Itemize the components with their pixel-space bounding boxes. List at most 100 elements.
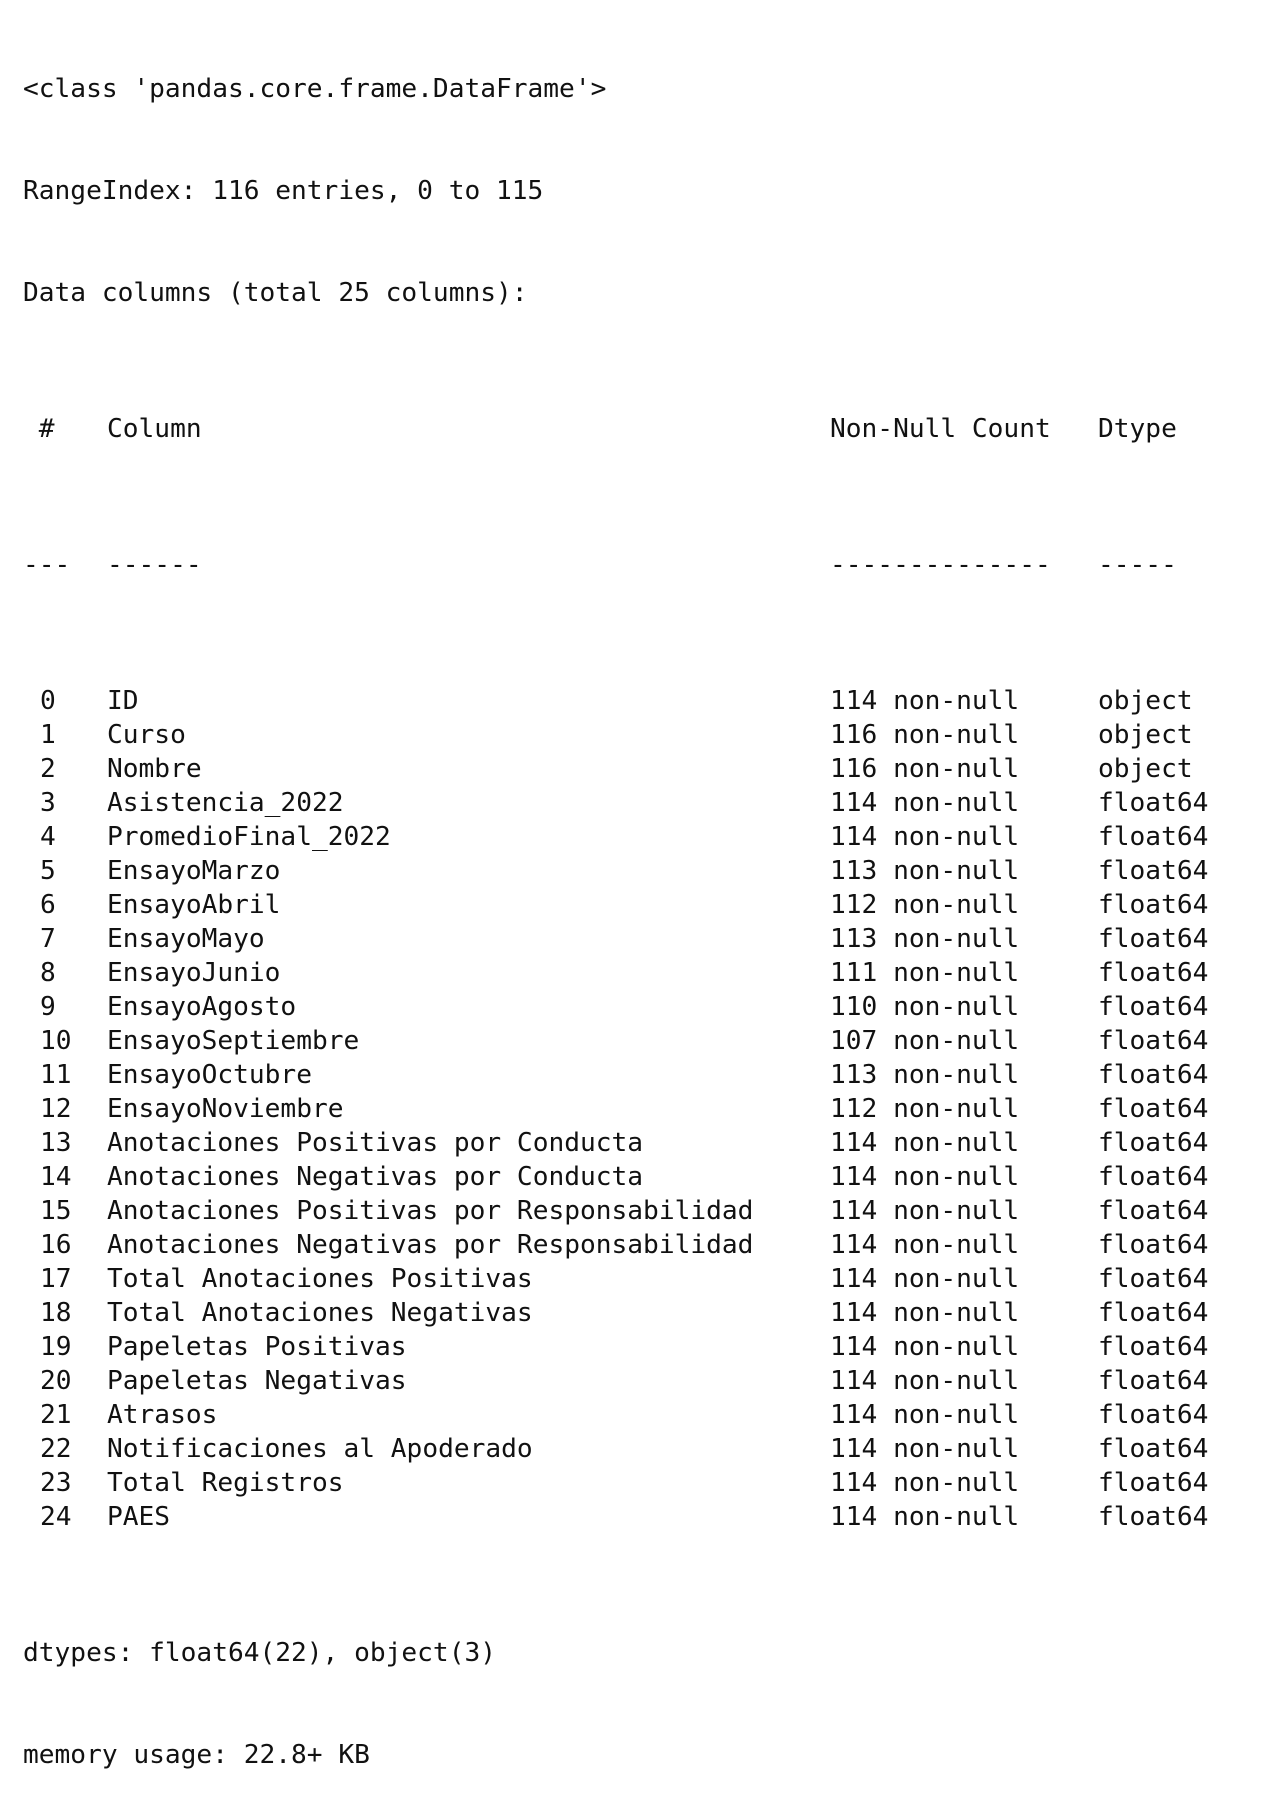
row-index: 23	[40, 1468, 72, 1498]
row-non-null-count: 114 non-null	[830, 1128, 1020, 1158]
row-column-name: Papeletas Positivas	[107, 1332, 407, 1362]
row-index: 24	[40, 1502, 72, 1532]
row-index: 4	[40, 822, 56, 852]
row-dtype: float64	[1098, 1400, 1209, 1430]
row-dtype: float64	[1098, 1196, 1209, 1226]
row-index: 7	[40, 924, 56, 954]
row-non-null-count: 114 non-null	[830, 1298, 1020, 1328]
row-index: 20	[40, 1366, 72, 1396]
row-index: 16	[40, 1230, 72, 1260]
row-index: 1	[40, 720, 56, 750]
row-dtype: float64	[1098, 992, 1209, 1022]
row-dtype: float64	[1098, 1264, 1209, 1294]
header-dtype: Dtype	[1098, 414, 1177, 444]
row-index: 12	[40, 1094, 72, 1124]
table-row: 12 EnsayoNoviembre 112 non-null float64	[23, 1092, 1208, 1126]
class-line: <class 'pandas.core.frame.DataFrame'>	[23, 74, 607, 104]
row-column-name: Asistencia_2022	[107, 788, 344, 818]
row-index: 21	[40, 1400, 72, 1430]
row-dtype: float64	[1098, 1332, 1209, 1362]
row-index: 18	[40, 1298, 72, 1328]
row-non-null-count: 114 non-null	[830, 1162, 1020, 1192]
table-row: 19 Papeletas Positivas 114 non-null float64	[23, 1330, 1208, 1364]
separator-num: ---	[23, 550, 71, 580]
table-row: 6 EnsayoAbril 112 non-null float64	[23, 888, 1208, 922]
row-dtype: float64	[1098, 1128, 1209, 1158]
range-index-line: RangeIndex: 116 entries, 0 to 115	[23, 176, 544, 206]
row-index: 0	[40, 686, 56, 716]
row-column-name: Total Registros	[107, 1468, 344, 1498]
row-dtype: float64	[1098, 1094, 1209, 1124]
row-column-name: Curso	[107, 720, 186, 750]
row-index: 6	[40, 890, 56, 920]
table-row: 9 EnsayoAgosto 110 non-null float64	[23, 990, 1208, 1024]
row-column-name: Papeletas Negativas	[107, 1366, 407, 1396]
row-dtype: float64	[1098, 1026, 1209, 1056]
table-row: 2 Nombre 116 non-null object	[23, 752, 1193, 786]
row-index: 10	[40, 1026, 72, 1056]
row-non-null-count: 114 non-null	[830, 788, 1020, 818]
row-non-null-count: 114 non-null	[830, 1196, 1020, 1226]
row-column-name: Nombre	[107, 754, 202, 784]
row-column-name: EnsayoOctubre	[107, 1060, 312, 1090]
row-index: 5	[40, 856, 56, 886]
row-column-name: EnsayoAbril	[107, 890, 281, 920]
table-row: 22 Notificaciones al Apoderado 114 non-nul…	[23, 1432, 1208, 1466]
row-column-name: Atrasos	[107, 1400, 218, 1430]
table-row: 1 Curso 116 non-null object	[23, 718, 1193, 752]
dataframe-info-output: <class 'pandas.core.frame.DataFrame'> Ra…	[23, 4, 1208, 1806]
table-row: 4 PromedioFinal_2022 114 non-null float64	[23, 820, 1208, 854]
row-non-null-count: 113 non-null	[830, 1060, 1020, 1090]
row-non-null-count: 114 non-null	[830, 686, 1020, 716]
row-non-null-count: 114 non-null	[830, 822, 1020, 852]
row-dtype: float64	[1098, 1468, 1209, 1498]
row-index: 14	[40, 1162, 72, 1192]
table-row: 3 Asistencia_2022 114 non-null float64	[23, 786, 1208, 820]
memory-usage-line: memory usage: 22.8+ KB	[23, 1740, 370, 1770]
table-row: 11 EnsayoOctubre 113 non-null float64	[23, 1058, 1208, 1092]
row-non-null-count: 114 non-null	[830, 1366, 1020, 1396]
row-non-null-count: 114 non-null	[830, 1434, 1020, 1464]
row-dtype: float64	[1098, 1434, 1209, 1464]
row-column-name: EnsayoSeptiembre	[107, 1026, 360, 1056]
row-column-name: Anotaciones Positivas por Responsabilida…	[107, 1196, 754, 1226]
row-dtype: float64	[1098, 924, 1209, 954]
table-row: 15 Anotaciones Positivas por Responsabili…	[23, 1194, 1208, 1228]
row-column-name: Total Anotaciones Negativas	[107, 1298, 533, 1328]
row-dtype: float64	[1098, 1502, 1209, 1532]
separator-column: ------	[107, 550, 202, 580]
row-index: 13	[40, 1128, 72, 1158]
row-dtype: float64	[1098, 1060, 1209, 1090]
row-non-null-count: 114 non-null	[830, 1468, 1020, 1498]
row-index: 8	[40, 958, 56, 988]
row-index: 3	[40, 788, 56, 818]
row-non-null-count: 113 non-null	[830, 924, 1020, 954]
table-separator: --- ------ -------------- -----	[23, 548, 1177, 582]
header-count: Non-Null Count	[830, 414, 1051, 444]
row-index: 15	[40, 1196, 72, 1226]
row-dtype: object	[1098, 754, 1193, 784]
row-index: 17	[40, 1264, 72, 1294]
row-column-name: EnsayoMarzo	[107, 856, 281, 886]
row-dtype: float64	[1098, 1230, 1209, 1260]
row-column-name: Anotaciones Positivas por Conducta	[107, 1128, 644, 1158]
table-row: 5 EnsayoMarzo 113 non-null float64	[23, 854, 1208, 888]
row-non-null-count: 114 non-null	[830, 1230, 1020, 1260]
row-non-null-count: 113 non-null	[830, 856, 1020, 886]
table-row: 7 EnsayoMayo 113 non-null float64	[23, 922, 1208, 956]
dtypes-line: dtypes: float64(22), object(3)	[23, 1638, 496, 1668]
separator-count: --------------	[830, 550, 1051, 580]
table-row: 17 Total Anotaciones Positivas 114 non-nul…	[23, 1262, 1208, 1296]
row-non-null-count: 114 non-null	[830, 1400, 1020, 1430]
row-non-null-count: 112 non-null	[830, 890, 1020, 920]
row-non-null-count: 112 non-null	[830, 1094, 1020, 1124]
row-non-null-count: 111 non-null	[830, 958, 1020, 988]
row-column-name: EnsayoNoviembre	[107, 1094, 344, 1124]
row-column-name: ID	[107, 686, 139, 716]
table-row: 16 Anotaciones Negativas por Responsabili…	[23, 1228, 1208, 1262]
row-dtype: float64	[1098, 822, 1209, 852]
row-dtype: float64	[1098, 856, 1209, 886]
row-non-null-count: 110 non-null	[830, 992, 1020, 1022]
row-index: 11	[40, 1060, 72, 1090]
table-row: 10 EnsayoSeptiembre 107 non-null float64	[23, 1024, 1208, 1058]
